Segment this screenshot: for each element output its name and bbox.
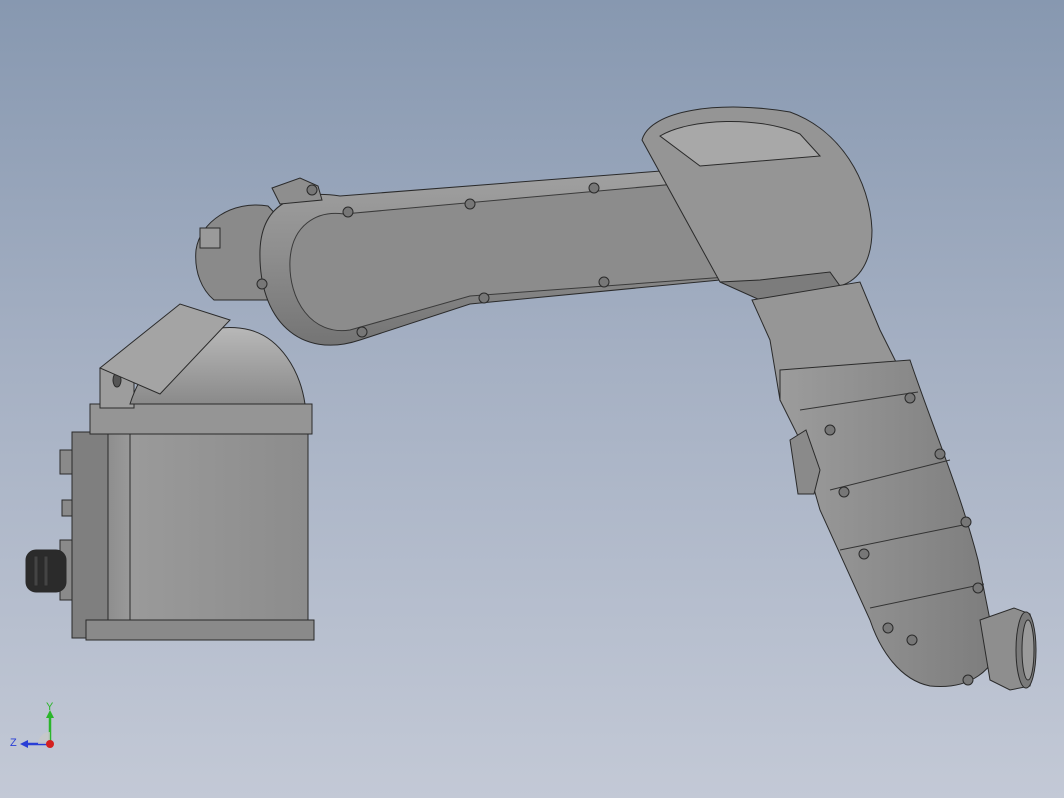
triad-x-axis bbox=[46, 740, 54, 748]
triad-y-label: Y bbox=[46, 701, 54, 713]
coordinate-triad: Y Z bbox=[10, 701, 54, 749]
forearm bbox=[751, 281, 1001, 688]
tool-flange bbox=[979, 607, 1037, 691]
triad-z-label: Z bbox=[10, 737, 17, 749]
robot-arm-model[interactable] bbox=[0, 0, 1064, 798]
robot-base bbox=[25, 367, 315, 641]
cad-viewport[interactable]: Y Z bbox=[0, 0, 1064, 798]
